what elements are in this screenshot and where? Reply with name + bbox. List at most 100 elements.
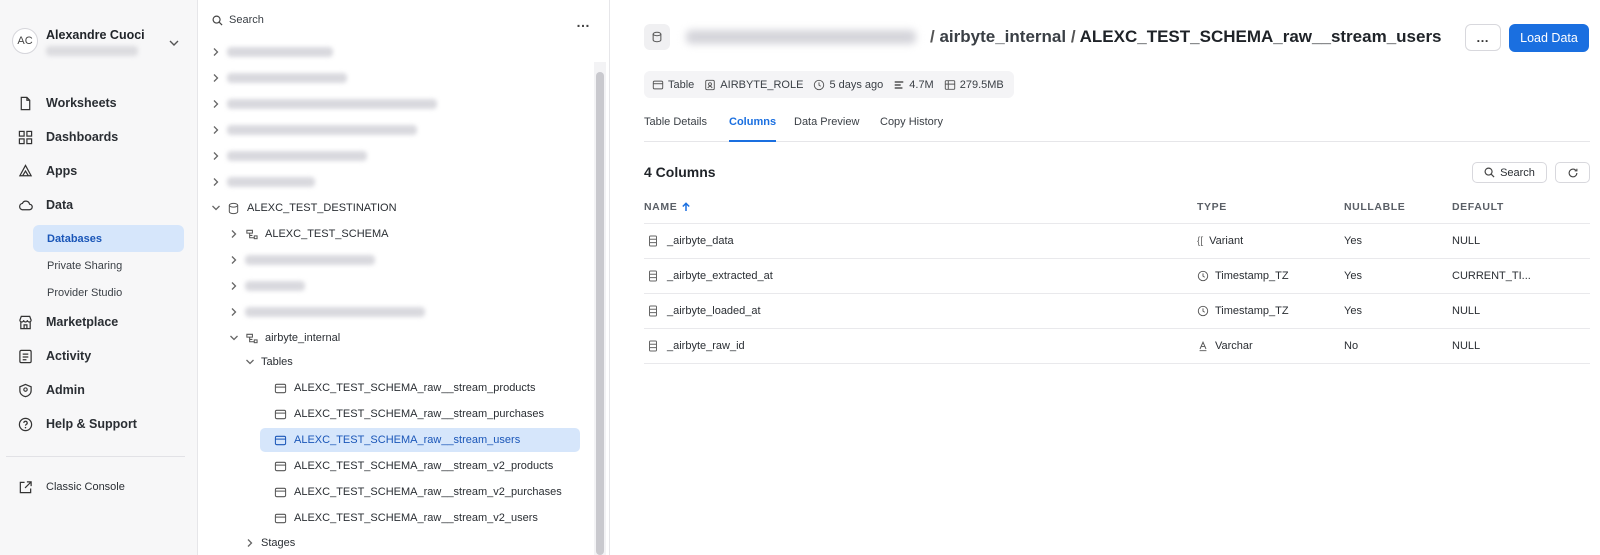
- header-type[interactable]: TYPE: [1197, 201, 1227, 213]
- cell-name: _airbyte_loaded_at: [648, 305, 761, 317]
- nav-divider: [6, 456, 185, 457]
- table-row[interactable]: _airbyte_data {[ Variant Yes NULL: [644, 224, 1590, 259]
- redacted-label: [245, 281, 305, 291]
- tree-item-redacted[interactable]: [210, 92, 437, 116]
- tree-label: airbyte_internal: [265, 332, 341, 344]
- chevron-right-icon: [247, 539, 253, 547]
- table-row[interactable]: _airbyte_extracted_at Timestamp_TZ Yes C…: [644, 259, 1590, 294]
- user-menu[interactable]: AC Alexandre Cuoci: [10, 26, 186, 62]
- scrollbar-thumb[interactable]: [596, 72, 604, 555]
- nav-data[interactable]: Data: [18, 193, 73, 217]
- tree-item-redacted[interactable]: [228, 274, 305, 298]
- meta-kind-label: Table: [668, 78, 695, 91]
- tree-table-item[interactable]: ALEXC_TEST_SCHEMA_raw__stream_v2_product…: [260, 454, 580, 478]
- tree-database-destination[interactable]: ALEXC_TEST_DESTINATION: [210, 196, 397, 220]
- tab-columns[interactable]: Columns: [729, 116, 777, 142]
- nav-label: Help & Support: [46, 417, 137, 431]
- clock-icon: [1197, 270, 1209, 282]
- database-icon: [228, 202, 239, 214]
- tree-item-redacted[interactable]: [210, 66, 347, 90]
- badge-icon: [705, 79, 716, 90]
- header-nullable[interactable]: NULLABLE: [1344, 201, 1405, 213]
- tree-label: ALEXC_TEST_SCHEMA: [265, 228, 389, 240]
- tree-table-item[interactable]: ALEXC_TEST_SCHEMA_raw__stream_v2_purchas…: [260, 480, 580, 504]
- external-link-icon: [19, 480, 32, 493]
- tree-item-redacted[interactable]: [210, 118, 417, 142]
- header-default[interactable]: DEFAULT: [1452, 201, 1504, 213]
- cell-name: _airbyte_extracted_at: [648, 270, 773, 282]
- load-data-button[interactable]: Load Data: [1509, 24, 1589, 52]
- table-row[interactable]: _airbyte_loaded_at Timestamp_TZ Yes NULL: [644, 294, 1590, 329]
- tree-table-item[interactable]: ALEXC_TEST_SCHEMA_raw__stream_v2_users: [260, 506, 580, 530]
- breadcrumb-database-redacted[interactable]: [686, 30, 916, 44]
- breadcrumb-schema[interactable]: airbyte_internal: [939, 27, 1066, 46]
- dashboard-icon: [18, 130, 33, 144]
- tree-item-redacted[interactable]: [210, 144, 367, 168]
- nav-activity[interactable]: Activity: [18, 344, 91, 368]
- tree-table-item[interactable]: ALEXC_TEST_SCHEMA_raw__stream_purchases: [260, 402, 580, 426]
- nav-marketplace[interactable]: Marketplace: [18, 310, 118, 334]
- table-row[interactable]: _airbyte_raw_id Varchar No NULL: [644, 329, 1590, 364]
- columns-search-button[interactable]: Search: [1472, 162, 1547, 183]
- nav-worksheets[interactable]: Worksheets: [18, 91, 117, 115]
- nav-label: Worksheets: [46, 96, 117, 110]
- redacted-label: [227, 125, 417, 135]
- meta-age: 5 days ago: [813, 79, 883, 91]
- meta-age-label: 5 days ago: [829, 78, 884, 91]
- more-actions-button[interactable]: …: [1465, 24, 1501, 51]
- cell-type: Varchar: [1197, 340, 1253, 352]
- shield-icon: [19, 383, 32, 397]
- tree-item-redacted[interactable]: [210, 40, 333, 64]
- tab-data-preview[interactable]: Data Preview: [794, 116, 859, 142]
- page-title: ALEXC_TEST_SCHEMA_raw__stream_users: [1079, 27, 1442, 46]
- refresh-button[interactable]: [1555, 162, 1590, 183]
- tree-schema-alexc[interactable]: ALEXC_TEST_SCHEMA: [228, 222, 388, 246]
- table-meta-bar: Table AIRBYTE_ROLE 5 days ago 4.7M 279.5…: [644, 71, 1014, 98]
- tree-table-item-selected[interactable]: ALEXC_TEST_SCHEMA_raw__stream_users: [260, 428, 580, 452]
- user-name: Alexandre Cuoci: [46, 28, 145, 42]
- activity-icon: [19, 349, 32, 363]
- tree-label: ALEXC_TEST_DESTINATION: [247, 202, 397, 214]
- user-account-redacted: [46, 46, 138, 56]
- chevron-right-icon: [231, 256, 237, 264]
- nav-apps[interactable]: Apps: [18, 159, 77, 183]
- tree-search-placeholder: Search: [229, 14, 264, 26]
- nav-label: Activity: [46, 349, 92, 363]
- tree-table-item[interactable]: ALEXC_TEST_SCHEMA_raw__stream_products: [260, 376, 580, 400]
- chevron-right-icon: [213, 74, 219, 82]
- meta-kind: Table: [652, 79, 694, 91]
- table-icon: [274, 461, 287, 471]
- tree-folder-stages[interactable]: Stages: [244, 531, 295, 555]
- storage-icon: [944, 79, 955, 90]
- meta-rows: 4.7M: [893, 79, 934, 91]
- tree-search-input[interactable]: Search: [212, 14, 264, 26]
- nav-private-sharing[interactable]: Private Sharing: [33, 252, 184, 279]
- header-name[interactable]: NAME: [644, 201, 691, 213]
- tab-copy-history[interactable]: Copy History: [880, 116, 943, 142]
- tree-item-redacted[interactable]: [210, 170, 315, 194]
- nav-admin[interactable]: Admin: [18, 378, 85, 402]
- redacted-label: [227, 47, 333, 57]
- tree-item-redacted[interactable]: [228, 248, 375, 272]
- nav-databases[interactable]: Databases: [33, 225, 184, 252]
- cell-nullable: Yes: [1344, 305, 1362, 317]
- database-icon-box[interactable]: [644, 24, 670, 50]
- tree-item-redacted[interactable]: [228, 300, 425, 324]
- tree-label: Tables: [261, 356, 293, 368]
- columns-table: NAME TYPE NULLABLE DEFAULT _airbyte_data…: [644, 195, 1590, 364]
- tree-schema-airbyte-internal[interactable]: airbyte_internal: [228, 326, 340, 350]
- clock-icon: [814, 79, 825, 90]
- nav-provider-studio[interactable]: Provider Studio: [33, 279, 184, 306]
- tree-folder-tables[interactable]: Tables: [244, 350, 293, 374]
- nav-help-support[interactable]: Help & Support: [18, 412, 137, 436]
- tab-table-details[interactable]: Table Details: [644, 116, 707, 142]
- tree-more-button[interactable]: …: [576, 14, 591, 30]
- meta-role-label: AIRBYTE_ROLE: [720, 78, 804, 91]
- nav-dashboards[interactable]: Dashboards: [18, 125, 118, 149]
- breadcrumb-separator: /: [1070, 27, 1076, 46]
- object-explorer: Search … ALEXC_TEST_DESTINATION ALEXC_TE…: [198, 0, 610, 555]
- chevron-right-icon: [213, 100, 219, 108]
- meta-role: AIRBYTE_ROLE: [704, 79, 803, 91]
- nav-classic-console[interactable]: Classic Console: [18, 475, 125, 499]
- cell-type-text: Timestamp_TZ: [1215, 305, 1289, 317]
